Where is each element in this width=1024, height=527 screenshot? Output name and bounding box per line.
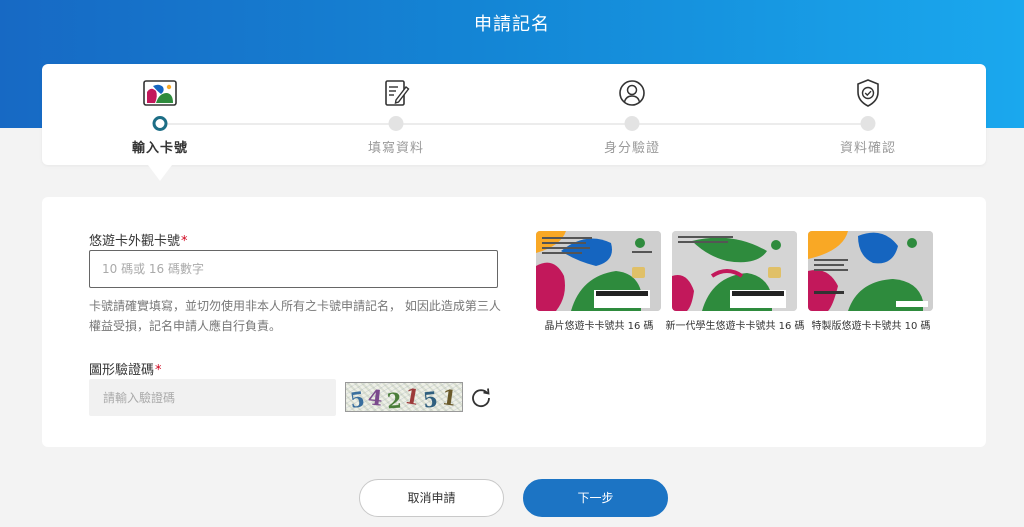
- sample-caption: 新一代學生悠遊卡卡號共 16 碼: [665, 321, 805, 332]
- student-card-image: [672, 231, 797, 311]
- next-button[interactable]: 下一步: [523, 479, 668, 517]
- step-indicator-active: [152, 116, 168, 131]
- captcha-char: 4: [367, 384, 385, 411]
- stepper-track: [160, 123, 868, 125]
- step-indicator: [624, 116, 640, 131]
- card-icon: [143, 78, 177, 108]
- sample-caption: 晶片悠遊卡卡號共 16 碼: [544, 321, 654, 332]
- card-number-label: 悠遊卡外觀卡號*: [89, 234, 188, 249]
- captcha-char: 5: [348, 386, 367, 412]
- captcha-char: 1: [439, 384, 458, 411]
- captcha-char: 2: [385, 387, 403, 412]
- special-card-image: [808, 231, 933, 311]
- sample-card-special: 特製版悠遊卡卡號共 10 碼: [808, 231, 935, 332]
- step-label: 資料確認: [839, 141, 896, 156]
- required-mark: *: [155, 363, 162, 378]
- cancel-button[interactable]: 取消申請: [359, 479, 504, 517]
- step-indicator: [860, 116, 876, 131]
- step-confirm-data: 資料確認: [788, 64, 948, 165]
- sample-card-student: 新一代學生悠遊卡卡號共 16 碼: [665, 231, 805, 332]
- step-indicator: [388, 116, 404, 131]
- captcha-label: 圖形驗證碼*: [89, 363, 162, 378]
- captcha-input[interactable]: [89, 379, 336, 416]
- captcha-image: 542151: [345, 382, 463, 412]
- captcha-char: 1: [402, 382, 422, 411]
- user-circle-icon: [615, 78, 649, 108]
- refresh-icon[interactable]: [470, 387, 492, 409]
- active-step-pointer: [148, 165, 172, 181]
- step-enter-card-number: 輸入卡號: [80, 64, 240, 165]
- step-identity-verification: 身分驗證: [552, 64, 712, 165]
- shield-check-icon: [851, 78, 885, 108]
- sample-caption: 特製版悠遊卡卡號共 10 碼: [811, 321, 931, 332]
- step-fill-data: 填寫資料: [316, 64, 476, 165]
- step-label: 輸入卡號: [131, 141, 188, 156]
- card-number-hint: 卡號請確實填寫，並切勿使用非本人所有之卡號申請記名， 如因此造成第三人權益受損，…: [89, 299, 501, 333]
- card-number-form: 悠遊卡外觀卡號* 卡號請確實填寫，並切勿使用非本人所有之卡號申請記名， 如因此造…: [42, 197, 986, 447]
- captcha-char: 5: [422, 386, 440, 412]
- step-label: 填寫資料: [367, 141, 424, 156]
- step-label: 身分驗證: [603, 141, 660, 156]
- edit-document-icon: [379, 78, 413, 108]
- sample-card-chip: 晶片悠遊卡卡號共 16 碼: [536, 231, 663, 332]
- page-title: 申請記名: [474, 14, 550, 35]
- progress-stepper: 輸入卡號 填寫資料 身分驗證 資料確認: [42, 64, 986, 165]
- chip-card-image: [536, 231, 661, 311]
- required-mark: *: [181, 234, 188, 249]
- card-number-input[interactable]: [89, 250, 498, 288]
